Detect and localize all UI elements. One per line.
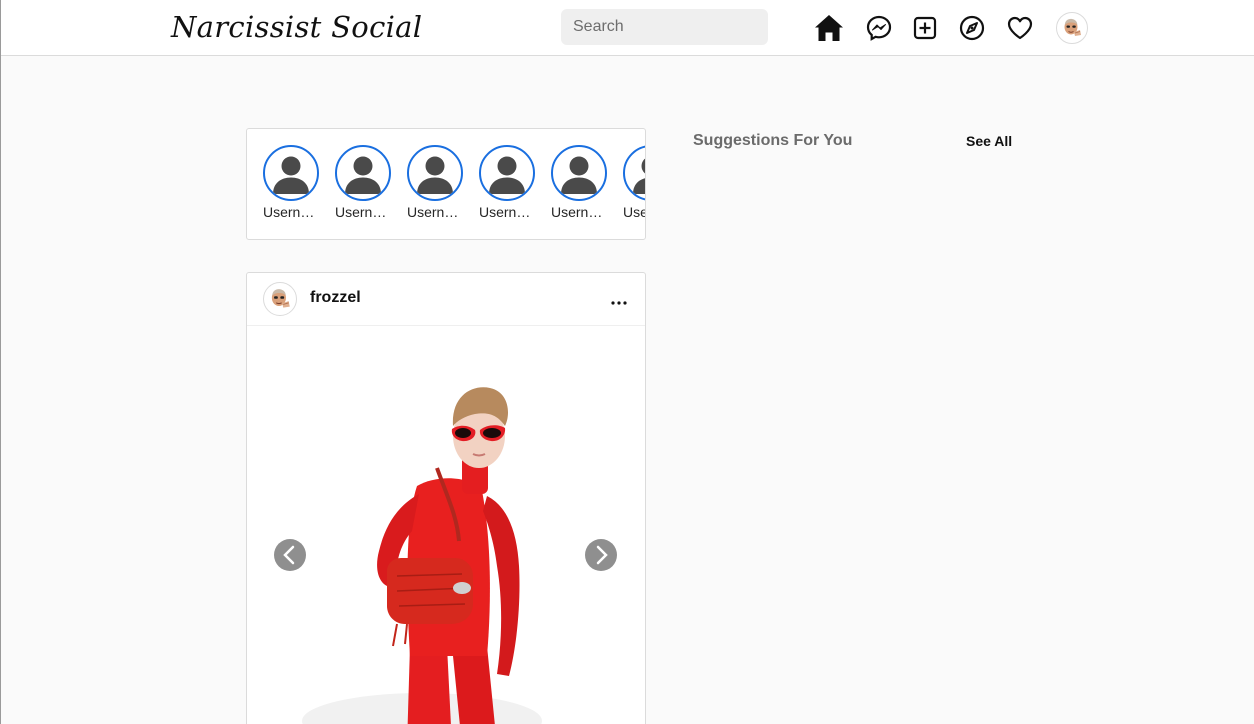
chevron-left-icon <box>283 545 295 565</box>
story-avatar[interactable] <box>479 145 535 201</box>
home-icon[interactable] <box>813 12 845 44</box>
post-author-avatar[interactable] <box>263 282 297 316</box>
search-input[interactable] <box>561 9 768 45</box>
story-username: Username <box>623 204 645 220</box>
feed-post: frozzel <box>246 272 646 724</box>
suggestions-title: Suggestions For You <box>693 132 853 149</box>
story-avatar[interactable] <box>263 145 319 201</box>
explore-icon[interactable] <box>956 12 988 44</box>
default-user-icon <box>417 156 453 194</box>
story-username: Username <box>263 204 319 220</box>
story-username: Username <box>407 204 463 220</box>
stories-tray: Username Username Username Username <box>246 128 646 240</box>
story-username: Username <box>551 204 607 220</box>
story-avatar[interactable] <box>407 145 463 201</box>
story-username: Username <box>335 204 391 220</box>
next-image-button[interactable] <box>585 539 617 571</box>
default-user-icon <box>345 156 381 194</box>
memoji-avatar-icon <box>1064 18 1081 36</box>
story-username: Username <box>479 204 535 220</box>
story-item[interactable]: Username <box>547 145 611 220</box>
new-post-icon[interactable] <box>909 12 941 44</box>
previous-image-button[interactable] <box>274 539 306 571</box>
messenger-icon[interactable] <box>863 12 895 44</box>
post-author-username[interactable]: frozzel <box>310 289 361 307</box>
profile-avatar[interactable] <box>1056 12 1088 44</box>
activity-heart-icon[interactable] <box>1004 12 1036 44</box>
post-image <box>302 387 542 724</box>
default-user-icon <box>273 156 309 194</box>
more-options-icon[interactable] <box>609 293 629 313</box>
default-user-icon <box>489 156 525 194</box>
see-all-link[interactable]: See All <box>966 133 1012 149</box>
story-avatar[interactable] <box>335 145 391 201</box>
story-avatar[interactable] <box>623 145 645 201</box>
story-item[interactable]: Username <box>619 145 645 220</box>
chevron-right-icon <box>596 545 608 565</box>
top-navigation-bar: Narcissist Social <box>1 0 1254 56</box>
story-item[interactable]: Username <box>259 145 323 220</box>
app-logo[interactable]: Narcissist Social <box>171 10 422 44</box>
post-header: frozzel <box>247 273 645 326</box>
story-item[interactable]: Username <box>403 145 467 220</box>
story-item[interactable]: Username <box>475 145 539 220</box>
story-avatar[interactable] <box>551 145 607 201</box>
post-image-carousel[interactable] <box>247 326 645 724</box>
default-user-icon <box>561 156 597 194</box>
memoji-avatar-icon <box>271 289 290 308</box>
story-item[interactable]: Username <box>331 145 395 220</box>
default-user-icon <box>633 158 645 194</box>
